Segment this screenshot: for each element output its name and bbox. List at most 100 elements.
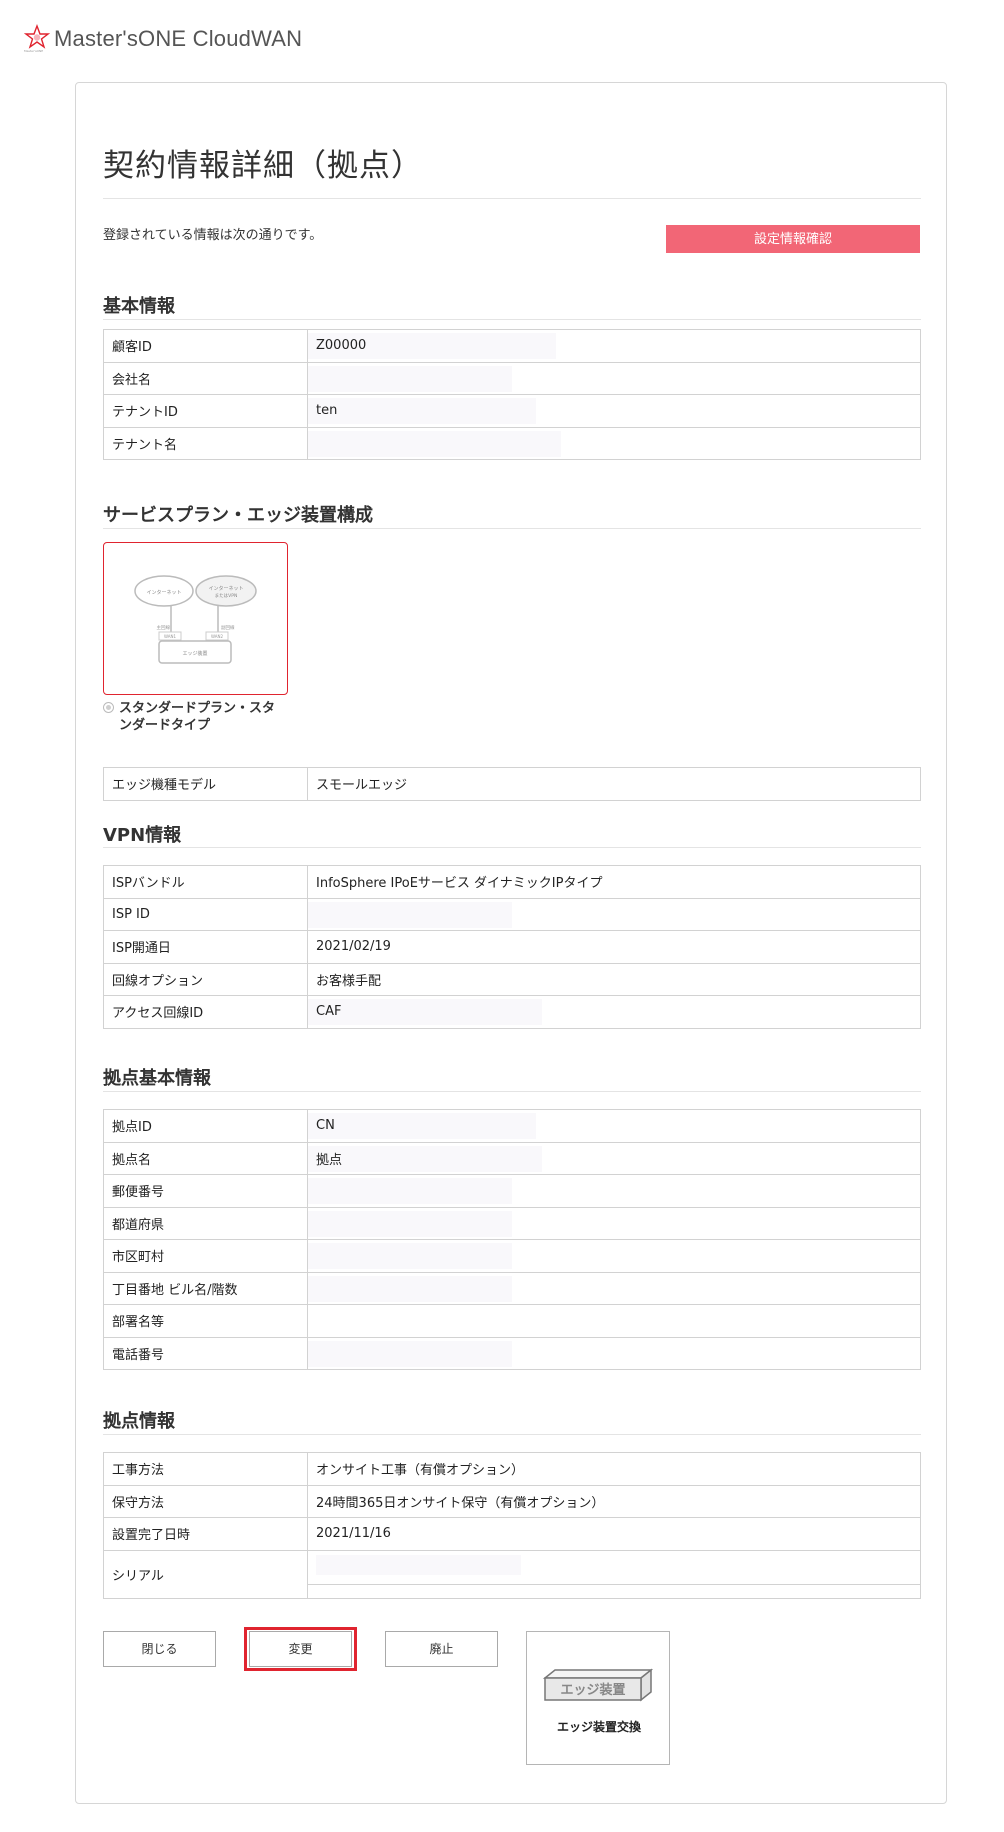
row-value-cell: [307, 361, 921, 395]
row-value: Z00000: [316, 338, 367, 354]
row-value-cell: CN: [307, 1109, 921, 1143]
diagram-cloud-right-2: またはVPN: [215, 593, 238, 599]
table-row: エッジ機種モデル スモールエッジ: [103, 767, 921, 801]
table-row: 会社名: [103, 361, 921, 395]
row-value: InfoSphere IPoEサービス ダイナミックIPタイプ: [307, 865, 921, 899]
row-label: 拠点ID: [103, 1109, 308, 1143]
table-row: ISPバンドル InfoSphere IPoEサービス ダイナミックIPタイプ: [103, 865, 921, 899]
masked-field: [308, 1113, 536, 1139]
masked-field: [308, 1275, 512, 1302]
diagram-cloud-left: インターネット: [146, 589, 181, 596]
masked-field: [308, 1145, 542, 1172]
section-title-basic: 基本情報: [103, 296, 175, 317]
masked-field: [308, 398, 536, 424]
row-label: 部署名等: [103, 1304, 308, 1338]
table-row: 郵便番号: [103, 1174, 921, 1208]
plan-option-card[interactable]: インターネット インターネット またはVPN 主回線 副回線 WAN1 WAN2…: [103, 542, 288, 695]
app-header: Master'sONE Master'sONE CloudWAN: [24, 22, 302, 56]
row-value-cell: ten: [307, 394, 921, 428]
masked-field: [316, 1554, 521, 1575]
table-row: 丁目番地 ビル名/階数: [103, 1271, 921, 1305]
row-value: 拠点: [316, 1152, 343, 1168]
row-value: 2021/02/19: [307, 930, 921, 964]
plan-radio-option[interactable]: スタンダードプラン・スタンダードタイプ: [103, 700, 279, 734]
row-label: 設置完了日時: [103, 1517, 308, 1551]
row-label: 市区町村: [103, 1239, 308, 1273]
table-row: テナント名: [103, 426, 921, 460]
diagram-port-right: WAN2: [211, 634, 223, 639]
vpn-info-table: ISPバンドル InfoSphere IPoEサービス ダイナミックIPタイプ …: [103, 865, 921, 1029]
table-row: アクセス回線ID CAF: [103, 995, 921, 1029]
row-label: 電話番号: [103, 1336, 308, 1370]
section-divider: [103, 1434, 921, 1435]
serial-cell: [307, 1549, 921, 1599]
network-diagram-icon: インターネット インターネット またはVPN 主回線 副回線 WAN1 WAN2…: [134, 575, 257, 664]
confirm-settings-button[interactable]: 設定情報確認: [666, 225, 920, 253]
table-row: 都道府県: [103, 1206, 921, 1240]
table-row: シリアル: [103, 1549, 921, 1599]
section-divider: [103, 319, 921, 320]
row-label: 拠点名: [103, 1141, 308, 1175]
row-value-cell: [307, 897, 921, 931]
table-row: 設置完了日時 2021/11/16: [103, 1517, 921, 1551]
table-row: 顧客ID Z00000: [103, 329, 921, 363]
row-label: 丁目番地 ビル名/階数: [103, 1271, 308, 1305]
row-label: テナント名: [103, 426, 308, 460]
row-label: エッジ機種モデル: [103, 767, 308, 801]
change-button[interactable]: 変更: [249, 1631, 352, 1667]
serial-line-1: [308, 1551, 920, 1585]
table-row: 工事方法 オンサイト工事（有償オプション）: [103, 1452, 921, 1486]
table-row: 電話番号: [103, 1336, 921, 1370]
row-value: CAF: [316, 1004, 342, 1020]
diagram-cloud-right-1: インターネット: [208, 585, 243, 592]
edge-replace-tile[interactable]: エッジ装置 エッジ装置交換: [526, 1631, 670, 1765]
title-divider: [103, 198, 921, 199]
row-value: スモールエッジ: [307, 767, 921, 801]
row-value-cell: [307, 1239, 921, 1273]
table-row: 回線オプション お客様手配: [103, 962, 921, 996]
row-label: 都道府県: [103, 1206, 308, 1240]
masked-field: [308, 999, 542, 1025]
masked-field: [308, 430, 561, 457]
row-value: [308, 1560, 316, 1575]
row-value: ten: [316, 403, 338, 419]
row-label: 保守方法: [103, 1484, 308, 1518]
plan-option-label: スタンダードプラン・スタンダードタイプ: [119, 701, 276, 733]
row-value-cell: 拠点: [307, 1141, 921, 1175]
abolish-button[interactable]: 廃止: [385, 1631, 498, 1667]
row-value: オンサイト工事（有償オプション）: [307, 1452, 921, 1486]
radio-icon[interactable]: [103, 702, 114, 713]
section-divider: [103, 1091, 921, 1092]
site-info-table: 工事方法 オンサイト工事（有償オプション） 保守方法 24時間365日オンサイト…: [103, 1452, 921, 1599]
logo-icon: Master'sONE: [24, 24, 50, 54]
basic-info-table: 顧客ID Z00000 会社名 テナントID ten テナント名: [103, 329, 921, 460]
table-row: ISP ID: [103, 897, 921, 931]
table-row: 部署名等: [103, 1304, 921, 1338]
row-label: 郵便番号: [103, 1174, 308, 1208]
masked-field: [308, 1243, 512, 1269]
serial-line-2: [308, 1585, 920, 1598]
section-title-plan: サービスプラン・エッジ装置構成: [103, 505, 373, 526]
row-label: シリアル: [103, 1549, 308, 1599]
row-value-cell: [307, 1271, 921, 1305]
row-label: ISP ID: [103, 897, 308, 931]
masked-field: [308, 901, 512, 928]
section-title-vpn: VPN情報: [103, 825, 182, 846]
site-basic-table: 拠点ID CN 拠点名 拠点 郵便番号 都道府県 市区町村 丁目番地 ビル名/階…: [103, 1109, 921, 1370]
row-value-cell: [307, 1336, 921, 1370]
close-button[interactable]: 閉じる: [103, 1631, 216, 1667]
change-highlight: 変更: [244, 1627, 357, 1671]
masked-field: [308, 1178, 512, 1204]
row-label: アクセス回線ID: [103, 995, 308, 1029]
row-value: CN: [316, 1118, 335, 1134]
section-divider: [103, 528, 921, 529]
row-value-cell: [307, 1174, 921, 1208]
logo-subtext: Master'sONE: [24, 49, 44, 53]
detail-card: 契約情報詳細（拠点） 登録されている情報は次の通りです。 設定情報確認 基本情報…: [75, 82, 947, 1804]
diagram-line-right: 副回線: [221, 624, 235, 631]
row-value: 24時間365日オンサイト保守（有償オプション）: [307, 1484, 921, 1518]
row-value-cell: Z00000: [307, 329, 921, 363]
row-value: [307, 1304, 921, 1338]
section-title-site-basic: 拠点基本情報: [103, 1068, 211, 1089]
brand-name: Master'sONE CloudWAN: [54, 26, 303, 51]
